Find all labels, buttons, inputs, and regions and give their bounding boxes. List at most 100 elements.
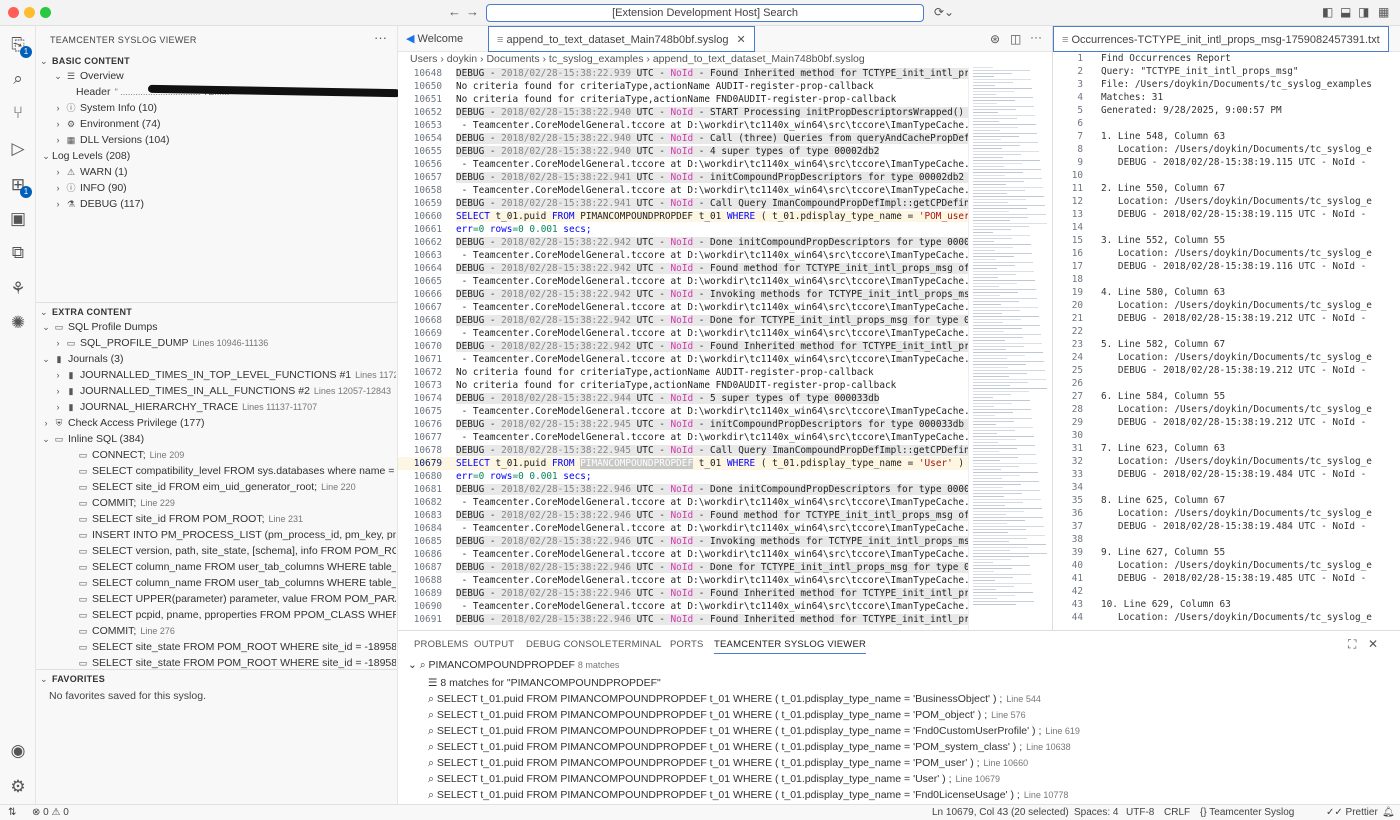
occurrence-line[interactable]: 30 <box>1053 429 1393 442</box>
occurrences-editor[interactable]: 1 Find Occurrences Report 2 Query: "TCTYPE_… <box>1052 52 1400 630</box>
close-window-button[interactable] <box>8 7 19 18</box>
panel-tab-problems[interactable]: PROBLEMS <box>414 639 468 650</box>
extra-tree-item[interactable]: › ▮ JOURNAL_HIERARCHY_TRACE Lines 11137-117… <box>36 399 396 415</box>
code-line[interactable]: 10661 err=0 rows=0 0.001 secs; <box>398 223 968 236</box>
account-icon[interactable]: ◉ <box>7 740 29 762</box>
tab-syslog-file[interactable]: ≡ append_to_text_dataset_Main748b0bf.sys… <box>488 26 755 52</box>
basic-tree-item[interactable]: › ⚠ WARN (1) <box>36 164 396 180</box>
code-line[interactable]: 10676 DEBUG - 2018/02/28-15:38:22.945 UTC… <box>398 418 968 431</box>
basic-tree-item[interactable]: ⌄ ☰ Overview <box>36 68 396 84</box>
code-line[interactable]: 10660 SELECT t_01.puid FROM PIMANCOMPOUND… <box>398 210 968 223</box>
code-line[interactable]: 10668 DEBUG - 2018/02/28-15:38:22.942 UTC… <box>398 314 968 327</box>
command-center-search[interactable]: [Extension Development Host] Search <box>486 4 924 22</box>
remote-icon[interactable]: ⇅ <box>8 805 16 820</box>
search-query-row[interactable]: ⌄ ⌕ PIMANCOMPOUNDPROPDEF 8 matches <box>408 659 619 672</box>
occurrence-line[interactable]: 40 Location: /Users/doykin/Documents/tc_… <box>1053 559 1393 572</box>
extra-tree-item[interactable]: › ⛨ Check Access Privilege (177) <box>36 415 396 431</box>
code-line[interactable]: 10686 - Teamcenter.CoreModelGeneral.tcco… <box>398 548 968 561</box>
chevron-right-icon[interactable]: › <box>52 335 64 351</box>
extra-tree-item[interactable]: ▭ SELECT column_name FROM user_tab_column… <box>36 559 396 575</box>
chevron-down-icon[interactable]: ⌄ <box>40 319 52 335</box>
code-line[interactable]: 10657 DEBUG - 2018/02/28-15:38:22.941 UTC… <box>398 171 968 184</box>
occurrence-line[interactable]: 4 Matches: 31 <box>1053 91 1393 104</box>
occurrence-line[interactable]: 36 Location: /Users/doykin/Documents/tc_… <box>1053 507 1393 520</box>
extra-tree-item[interactable]: ▭ INSERT INTO PM_PROCESS_LIST (pm_process… <box>36 527 396 543</box>
occurrence-line[interactable]: 20 Location: /Users/doykin/Documents/tc_… <box>1053 299 1393 312</box>
code-line[interactable]: 10687 DEBUG - 2018/02/28-15:38:22.946 UTC… <box>398 561 968 574</box>
code-line[interactable]: 10685 DEBUG - 2018/02/28-15:38:22.946 UTC… <box>398 535 968 548</box>
code-line[interactable]: 10655 DEBUG - 2018/02/28-15:38:22.940 UTC… <box>398 145 968 158</box>
extra-tree-item[interactable]: › ▮ JOURNALLED_TIMES_IN_TOP_LEVEL_FUNCTION… <box>36 367 397 383</box>
occurrence-line[interactable]: 2 Query: "TCTYPE_init_intl_props_msg" <box>1053 65 1393 78</box>
occurrence-line[interactable]: 19 4. Line 580, Column 63 <box>1053 286 1393 299</box>
occurrence-line[interactable]: 21 DEBUG - 2018/02/28-15:38:19.212 UTC -… <box>1053 312 1393 325</box>
extra-tree-item[interactable]: ▭ SELECT pcpid, pname, pproperties FROM P… <box>36 607 396 623</box>
favorites-header[interactable]: ⌄ FAVORITES <box>36 670 398 688</box>
syslog-viewer-icon[interactable]: ⧉ <box>7 242 29 264</box>
tree-icon[interactable]: ⚘ <box>7 278 29 300</box>
code-line[interactable]: 10664 DEBUG - 2018/02/28-15:38:22.942 UTC… <box>398 262 968 275</box>
search-result-row[interactable]: ⌕ SELECT t_01.puid FROM PIMANCOMPOUNDPRO… <box>428 771 1000 787</box>
occurrence-line[interactable]: 23 5. Line 582, Column 67 <box>1053 338 1393 351</box>
panel-tab-teamcenter-syslog-viewer[interactable]: TEAMCENTER SYSLOG VIEWER <box>714 639 867 654</box>
problems-status[interactable]: ⊗ 0 ⚠ 0 <box>32 805 69 820</box>
code-line[interactable]: 10671 - Teamcenter.CoreModelGeneral.tcco… <box>398 353 968 366</box>
extra-tree-item[interactable]: › ▭ SQL_PROFILE_DUMP Lines 10946-11136 <box>36 335 396 351</box>
breadcrumb-item[interactable]: Users <box>410 53 437 65</box>
maximize-panel-icon[interactable]: ⛶ <box>1348 637 1356 652</box>
extra-tree-item[interactable]: ▭ COMMIT; Line 229 <box>36 495 396 511</box>
close-panel-icon[interactable]: ✕ <box>1368 637 1378 651</box>
occurrence-line[interactable]: 43 10. Line 629, Column 63 <box>1053 598 1393 611</box>
code-line[interactable]: 10663 - Teamcenter.CoreModelGeneral.tcco… <box>398 249 968 262</box>
chevron-down-icon[interactable]: ⌄ <box>40 148 52 164</box>
code-line[interactable]: 10672 No criteria found for criteriaType,… <box>398 366 968 379</box>
occurrence-line[interactable]: 15 3. Line 552, Column 55 <box>1053 234 1393 247</box>
code-line[interactable]: 10666 DEBUG - 2018/02/28-15:38:22.942 UTC… <box>398 288 968 301</box>
code-line[interactable]: 10651 No criteria found for criteriaType,… <box>398 93 968 106</box>
occurrence-line[interactable]: 25 DEBUG - 2018/02/28-15:38:19.212 UTC -… <box>1053 364 1393 377</box>
occurrence-line[interactable]: 10 <box>1053 169 1393 182</box>
extra-tree-item[interactable]: ▭ SELECT version, path, site_state, [sche… <box>36 543 396 559</box>
code-line[interactable]: 10665 - Teamcenter.CoreModelGeneral.tcco… <box>398 275 968 288</box>
code-line[interactable]: 10659 DEBUG - 2018/02/28-15:38:22.941 UTC… <box>398 197 968 210</box>
basic-tree-item[interactable]: › ▦ DLL Versions (104) <box>36 132 396 148</box>
remote-explorer-icon[interactable]: ▣ <box>7 208 29 230</box>
extra-tree-item[interactable]: ▭ CONNECT; Line 209 <box>36 447 396 463</box>
chevron-right-icon[interactable]: › <box>52 196 64 212</box>
chevron-right-icon[interactable]: › <box>52 132 64 148</box>
chevron-right-icon[interactable]: › <box>52 164 64 180</box>
occurrence-line[interactable]: 27 6. Line 584, Column 55 <box>1053 390 1393 403</box>
code-line[interactable]: 10684 - Teamcenter.CoreModelGeneral.tcco… <box>398 522 968 535</box>
code-line[interactable]: 10653 - Teamcenter.CoreModelGeneral.tcco… <box>398 119 968 132</box>
code-line[interactable]: 10654 DEBUG - 2018/02/28-15:38:22.940 UTC… <box>398 132 968 145</box>
breadcrumb-item[interactable]: append_to_text_dataset_Main748b0bf.syslo… <box>653 53 865 65</box>
chatgpt-icon[interactable]: ✺ <box>7 312 29 334</box>
occurrence-line[interactable]: 7 1. Line 548, Column 63 <box>1053 130 1393 143</box>
chevron-right-icon[interactable]: › <box>40 415 52 431</box>
extra-tree-item[interactable]: ▭ SELECT site_state FROM POM_ROOT WHERE s… <box>36 639 396 655</box>
code-line[interactable]: 10678 DEBUG - 2018/02/28-15:38:22.945 UTC… <box>398 444 968 457</box>
occurrence-line[interactable]: 17 DEBUG - 2018/02/28-15:38:19.116 UTC -… <box>1053 260 1393 273</box>
code-line[interactable]: 10656 - Teamcenter.CoreModelGeneral.tcco… <box>398 158 968 171</box>
code-line[interactable]: 10650 No criteria found for criteriaType,… <box>398 80 968 93</box>
chevron-right-icon[interactable]: › <box>52 180 64 196</box>
forward-arrow-icon[interactable]: → <box>466 4 479 19</box>
occurrence-line[interactable]: 1 Find Occurrences Report <box>1053 52 1393 65</box>
search-result-row[interactable]: ⌕ SELECT t_01.puid FROM PIMANCOMPOUNDPRO… <box>428 707 1026 723</box>
occurrence-line[interactable]: 8 Location: /Users/doykin/Documents/tc_s… <box>1053 143 1393 156</box>
breadcrumb-item[interactable]: doykin <box>447 53 477 65</box>
occurrence-line[interactable]: 39 9. Line 627, Column 55 <box>1053 546 1393 559</box>
manage-gear-icon[interactable]: ⚙ <box>7 776 29 798</box>
occurrence-line[interactable]: 11 2. Line 550, Column 67 <box>1053 182 1393 195</box>
back-arrow-icon[interactable]: ← <box>448 4 461 19</box>
chevron-right-icon[interactable]: › <box>52 399 64 415</box>
breadcrumb-item[interactable]: Documents <box>486 53 539 65</box>
run-debug-icon[interactable]: ▷ <box>7 138 29 160</box>
extra-tree-item[interactable]: ⌄ ▭ SQL Profile Dumps <box>36 319 396 335</box>
panel-tab-terminal[interactable]: TERMINAL <box>612 639 662 650</box>
occurrence-line[interactable]: 6 <box>1053 117 1393 130</box>
chevron-right-icon[interactable]: › <box>52 367 64 383</box>
extra-tree-item[interactable]: ⌄ ▮ Journals (3) <box>36 351 396 367</box>
search-result-row[interactable]: ⌕ SELECT t_01.puid FROM PIMANCOMPOUNDPRO… <box>428 739 1071 755</box>
copilot-editor-icon[interactable]: ⊛ <box>990 32 1000 46</box>
